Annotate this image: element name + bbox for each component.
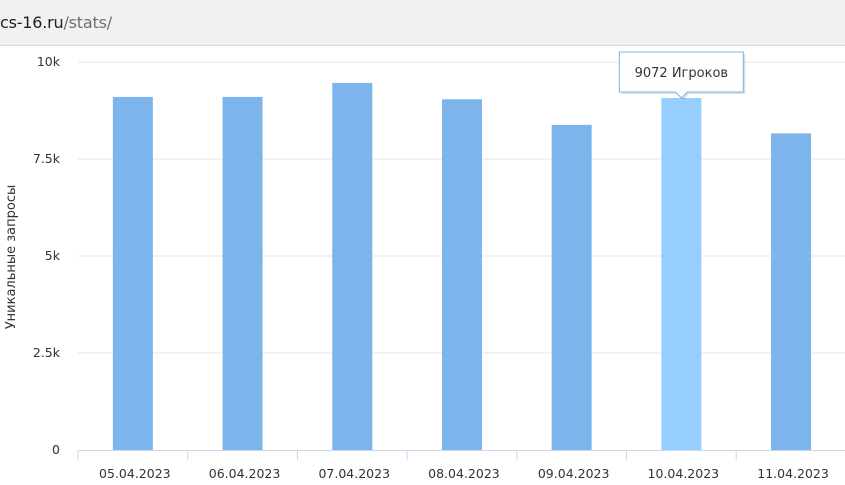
- x-tick-label: 06.04.2023: [209, 466, 281, 481]
- bar-chart: 0 2.5k 5k 7.5k 10k 05.04.2023 06.04.2023 07.04…: [0, 46, 845, 485]
- x-tick-label: 11.04.2023: [757, 466, 829, 481]
- x-tick-label: 09.04.2023: [538, 466, 610, 481]
- y-tick-label: 7.5k: [33, 151, 61, 166]
- y-tick-label: 10k: [37, 54, 61, 69]
- x-axis-labels: 05.04.2023 06.04.2023 07.04.2023 08.04.2023…: [99, 466, 829, 481]
- bars: [112, 82, 812, 451]
- y-tick-label: 5k: [45, 248, 61, 263]
- x-tick-label: 10.04.2023: [648, 466, 720, 481]
- url-text[interactable]: cs-16.ru/stats/: [0, 13, 112, 32]
- bar: [222, 96, 263, 451]
- x-axis: [77, 450, 845, 460]
- tooltip: 9072 Игроков: [618, 51, 746, 101]
- x-tick-label: 05.04.2023: [99, 466, 171, 481]
- url-path: /stats/: [63, 13, 112, 32]
- y-axis-title: Уникальные запросы: [4, 185, 19, 330]
- address-bar[interactable]: cs-16.ru/stats/: [0, 0, 845, 46]
- bar: [441, 99, 482, 451]
- y-tick-label: 2.5k: [33, 345, 61, 360]
- y-axis-labels: 0 2.5k 5k 7.5k 10k: [33, 54, 61, 457]
- url-domain: cs-16.ru: [0, 13, 64, 32]
- tooltip-text: 9072 Игроков: [635, 66, 728, 81]
- bar: [551, 124, 592, 450]
- bar: [112, 96, 153, 451]
- bar: [661, 98, 702, 450]
- bar: [771, 133, 812, 450]
- bar: [332, 82, 373, 450]
- x-tick-label: 07.04.2023: [318, 466, 390, 481]
- y-tick-label: 0: [52, 442, 60, 457]
- chart-svg: 0 2.5k 5k 7.5k 10k 05.04.2023 06.04.2023 07.04…: [4, 51, 845, 481]
- x-tick-label: 08.04.2023: [428, 466, 500, 481]
